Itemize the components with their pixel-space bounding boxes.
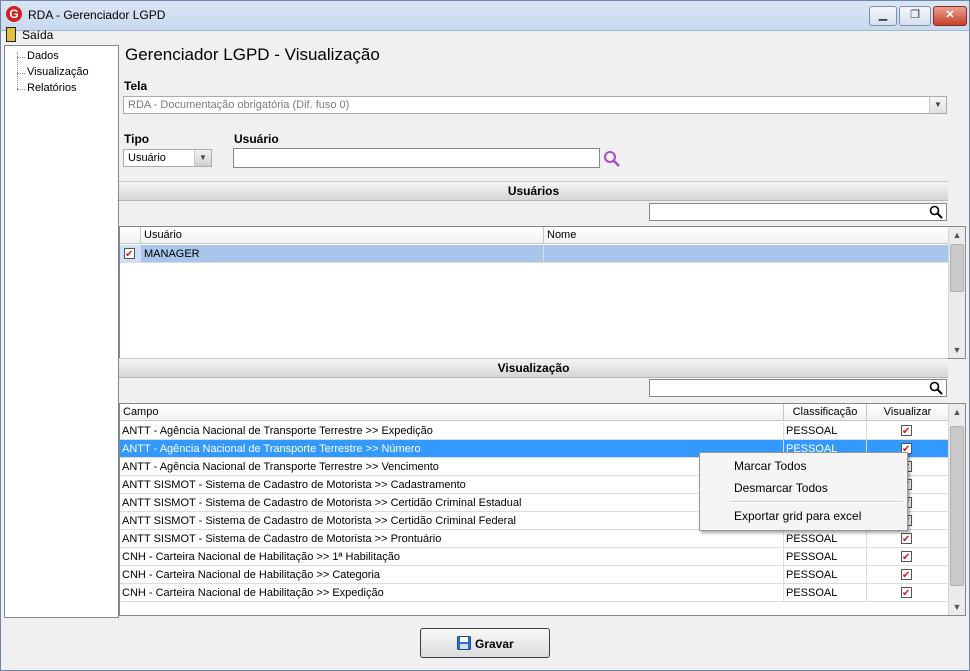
cell-classificacao: PESSOAL [784,548,867,566]
column-header-campo[interactable]: Campo [120,404,784,421]
tela-select[interactable]: RDA - Documentação obrigatória (Dif. fus… [123,96,947,114]
tipo-value: Usuário [128,152,166,164]
usuario-input[interactable] [233,148,600,168]
close-button[interactable]: ✕ [933,6,967,26]
page-title: Gerenciador LGPD - Visualização [125,45,380,64]
view-section-header: Visualização [119,358,948,378]
tela-label: Tela [124,79,148,93]
tree-item-visualizacao[interactable]: Visualização [27,66,89,78]
cell-campo: ANTT - Agência Nacional de Transporte Te… [120,440,784,458]
cell-visualizar [867,566,949,584]
restore-button[interactable]: ❐ [899,6,931,26]
search-icon[interactable] [929,381,943,395]
tree-item-dados[interactable]: Dados [27,50,59,62]
cell-campo: CNH - Carteira Nacional de Habilitação >… [120,584,784,602]
scroll-up-icon[interactable]: ▲ [949,227,965,243]
column-header-visualizar[interactable]: Visualizar [867,404,949,421]
visualizar-checkbox[interactable] [901,549,912,565]
cell-classificacao: PESSOAL [784,566,867,584]
save-disk-icon [457,636,471,650]
window-title: RDA - Gerenciador LGPD [28,8,166,22]
table-row[interactable]: ANTT SISMOT - Sistema de Cadastro de Mot… [120,530,949,548]
chevron-down-icon[interactable]: ▼ [194,150,211,166]
navigation-tree: Dados Visualização Relatórios [4,45,119,618]
users-section-header: Usuários [119,181,948,201]
cell-campo: ANTT SISMOT - Sistema de Cadastro de Mot… [120,476,784,494]
view-scrollbar[interactable]: ▲ ▼ [948,404,965,615]
visualizar-checkbox[interactable] [901,423,912,439]
scroll-thumb[interactable] [950,426,964,586]
context-menu: Marcar Todos Desmarcar Todos Exportar gr… [699,452,908,531]
column-header-nome[interactable]: Nome [544,227,949,244]
tela-value: RDA - Documentação obrigatória (Dif. fus… [128,99,350,111]
menu-exit[interactable]: Saída [22,28,53,42]
cell-campo: CNH - Carteira Nacional de Habilitação >… [120,548,784,566]
column-header-classificacao[interactable]: Classificação [784,404,867,421]
exit-door-icon [6,27,16,42]
visualizar-checkbox[interactable] [901,567,912,583]
cell-visualizar [867,530,949,548]
table-row[interactable]: MANAGER [120,245,949,263]
menu-separator [730,501,903,503]
cell-classificacao: PESSOAL [784,530,867,548]
scroll-down-icon[interactable]: ▼ [949,599,965,615]
cell-visualizar [867,584,949,602]
search-icon[interactable] [603,150,621,168]
tipo-label: Tipo [124,132,150,146]
usuario-label: Usuário [234,132,279,146]
column-header-check [120,227,141,244]
menu-item-exportar-excel[interactable]: Exportar grid para excel [734,509,861,523]
visualizar-checkbox[interactable] [901,531,912,547]
cell-usuario: MANAGER [141,245,544,263]
gravar-label: Gravar [475,637,514,651]
table-row[interactable]: ANTT - Agência Nacional de Transporte Te… [120,422,949,440]
scroll-up-icon[interactable]: ▲ [949,404,965,420]
minimize-button[interactable]: ▁ [869,6,897,26]
cell-campo: ANTT SISMOT - Sistema de Cadastro de Mot… [120,512,784,530]
tipo-select[interactable]: Usuário ▼ [123,149,212,167]
cell-classificacao: PESSOAL [784,422,867,440]
search-icon[interactable] [929,205,943,219]
table-row[interactable]: CNH - Carteira Nacional de Habilitação >… [120,566,949,584]
table-row[interactable]: CNH - Carteira Nacional de Habilitação >… [120,584,949,602]
row-checkbox[interactable] [124,246,135,262]
column-header-usuario[interactable]: Usuário [141,227,544,244]
cell-campo: ANTT SISMOT - Sistema de Cadastro de Mot… [120,494,784,512]
cell-campo: CNH - Carteira Nacional de Habilitação >… [120,566,784,584]
chevron-down-icon[interactable]: ▼ [929,97,946,113]
visualizar-checkbox[interactable] [901,585,912,601]
cell-campo: ANTT SISMOT - Sistema de Cadastro de Mot… [120,530,784,548]
users-scrollbar[interactable]: ▲ ▼ [948,227,965,358]
cell-visualizar [867,422,949,440]
scroll-thumb[interactable] [950,244,964,292]
gravar-button[interactable]: Gravar [420,628,550,658]
cell-campo: ANTT - Agência Nacional de Transporte Te… [120,458,784,476]
scroll-down-icon[interactable]: ▼ [949,342,965,358]
cell-classificacao: PESSOAL [784,584,867,602]
menu-item-desmarcar-todos[interactable]: Desmarcar Todos [734,481,828,495]
view-search-input[interactable] [649,379,947,397]
cell-campo: ANTT - Agência Nacional de Transporte Te… [120,422,784,440]
menu-item-marcar-todos[interactable]: Marcar Todos [734,459,806,473]
tree-item-relatorios[interactable]: Relatórios [27,82,77,94]
cell-visualizar [867,548,949,566]
users-grid: Usuário Nome MANAGER ▲ ▼ [119,226,966,359]
users-search-input[interactable] [649,203,947,221]
app-logo-icon: G [6,6,22,22]
table-row[interactable]: CNH - Carteira Nacional de Habilitação >… [120,548,949,566]
cell-nome [544,245,949,263]
